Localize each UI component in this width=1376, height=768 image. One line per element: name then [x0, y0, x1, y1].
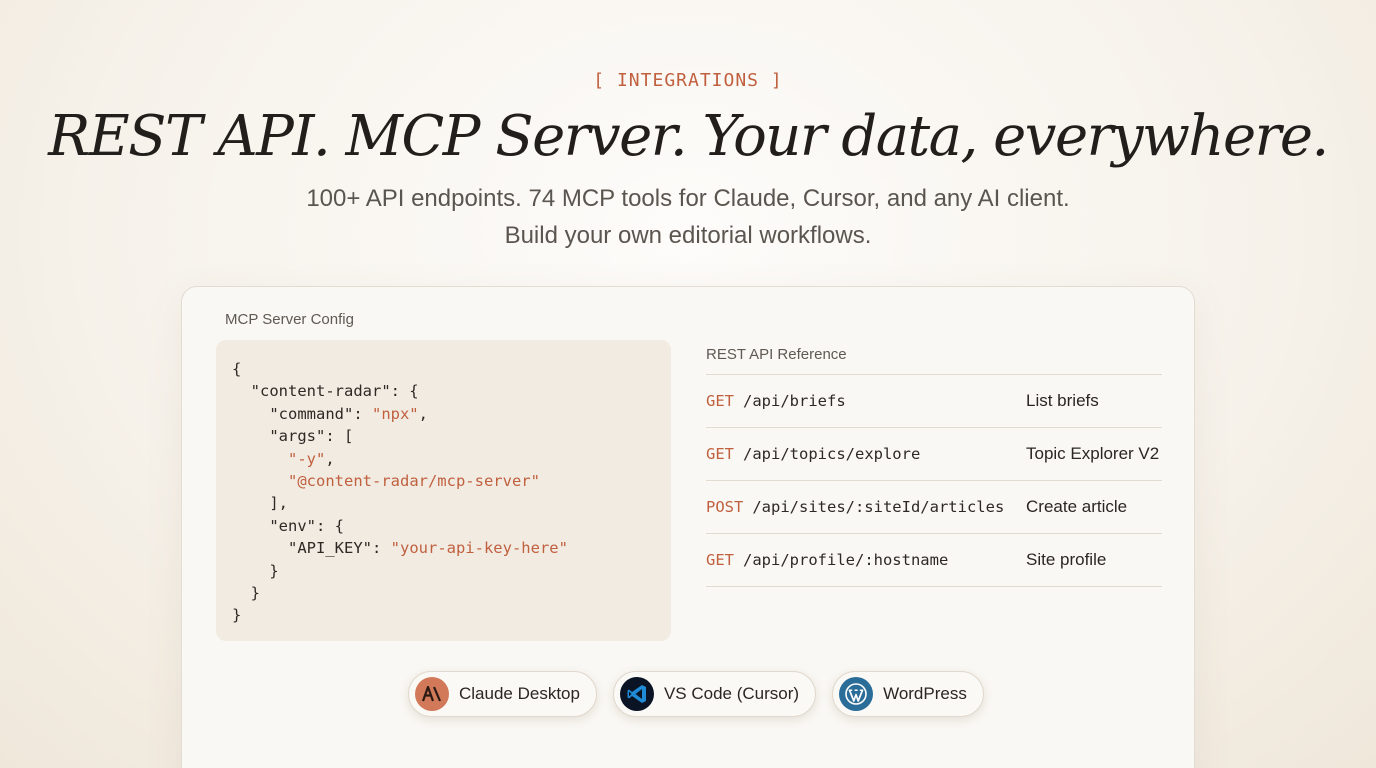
vscode-cursor-pill[interactable]: VS Code (Cursor) — [612, 671, 817, 717]
section-eyebrow: [ INTEGRATIONS ] — [593, 70, 783, 91]
http-method: POST — [706, 498, 744, 516]
api-row-site-profile[interactable]: GET/api/profile/:hostname Site profile — [706, 534, 1162, 587]
mcp-config-label: MCP Server Config — [225, 311, 354, 328]
code-line-9: "API_KEY": "your-api-key-here" — [288, 539, 568, 558]
code-line-2: "content-radar": { — [250, 382, 419, 401]
pill-label: VS Code (Cursor) — [663, 684, 800, 703]
subtitle-line-1: 100+ API endpoints. 74 MCP tools for Cla… — [306, 185, 1070, 212]
code-line-7: ], — [269, 494, 288, 513]
code-line-1: { — [232, 360, 242, 378]
api-endpoint: POST/api/sites/:siteId/articles — [706, 498, 1026, 516]
mcp-config-code-block: { "content-radar": { "command": "npx", "… — [216, 340, 671, 641]
api-endpoint: GET/api/profile/:hostname — [706, 551, 1026, 569]
code-line-3: "command": "npx", — [269, 404, 428, 423]
wordpress-icon — [839, 677, 874, 711]
code-line-10: } — [269, 561, 279, 580]
code-line-5: "-y", — [288, 449, 335, 468]
api-endpoint: GET/api/topics/explore — [706, 445, 1026, 463]
page-title: REST API. MCP Server. Your data, everywh… — [48, 104, 1329, 169]
wordpress-pill[interactable]: WordPress — [832, 671, 984, 717]
code-line-6: "@content-radar/mcp-server" — [288, 472, 540, 491]
code-line-8: "env": { — [269, 516, 344, 535]
api-reference-table: GET/api/briefs List briefs GET/api/topic… — [706, 374, 1162, 587]
api-description: Create article — [1026, 497, 1128, 516]
claude-icon — [415, 677, 449, 711]
api-row-create-article[interactable]: POST/api/sites/:siteId/articles Create a… — [706, 481, 1162, 534]
api-path: /api/profile/:hostname — [743, 551, 949, 569]
http-method: GET — [706, 551, 734, 569]
code-line-4: "args": [ — [269, 427, 354, 446]
code-line-12: } — [232, 606, 242, 625]
code-line-11: } — [250, 584, 261, 603]
subtitle-line-2: Build your own editorial workflows. — [504, 222, 872, 249]
api-description: Topic Explorer V2 — [1026, 444, 1160, 463]
api-description: List briefs — [1026, 391, 1099, 410]
page-subtitle: 100+ API endpoints. 74 MCP tools for Cla… — [0, 180, 1376, 254]
http-method: GET — [706, 392, 734, 410]
claude-desktop-pill[interactable]: Claude Desktop — [408, 671, 597, 717]
integration-pills: Claude Desktop VS Code (Cursor) WordPres… — [408, 671, 984, 717]
http-method: GET — [706, 445, 734, 463]
api-path: /api/briefs — [743, 392, 846, 410]
vscode-icon — [619, 677, 654, 711]
api-row-briefs[interactable]: GET/api/briefs List briefs — [706, 375, 1162, 428]
api-endpoint: GET/api/briefs — [706, 392, 1026, 410]
api-description: Site profile — [1026, 550, 1107, 569]
pill-label: WordPress — [883, 684, 967, 703]
api-path: /api/sites/:siteId/articles — [752, 498, 1005, 516]
integrations-card: MCP Server Config { "content-radar": { "… — [181, 286, 1195, 768]
api-row-topics-explore[interactable]: GET/api/topics/explore Topic Explorer V2 — [706, 428, 1162, 481]
api-path: /api/topics/explore — [743, 445, 921, 463]
api-reference-label: REST API Reference — [706, 346, 847, 363]
pill-label: Claude Desktop — [459, 684, 580, 703]
